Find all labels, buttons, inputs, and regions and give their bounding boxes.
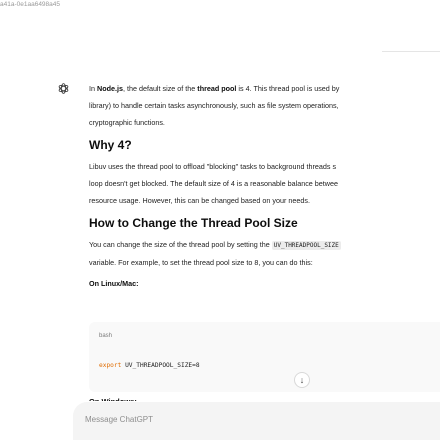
intro-line-3: cryptographic functions. bbox=[89, 118, 165, 127]
code-rest: UV_THREADPOOL_SIZE=8 bbox=[121, 362, 200, 369]
code-block: bash export UV_THREADPOOL_SIZE=8 bbox=[89, 322, 440, 392]
why-line-1: Libuv uses the thread pool to offload "b… bbox=[89, 162, 337, 171]
arrow-down-icon: ↓ bbox=[299, 375, 305, 385]
url-bar[interactable]: a41a-0e1aa6498a45 bbox=[0, 0, 440, 12]
intro-line-1: In Node.js, the default size of the thre… bbox=[89, 84, 340, 93]
change-size-heading: How to Change the Thread Pool Size bbox=[89, 216, 298, 230]
why-line-2: loop doesn't get blocked. The default si… bbox=[89, 179, 338, 188]
message-input[interactable]: Message ChatGPT bbox=[85, 415, 153, 424]
linux-mac-subheading: On Linux/Mac: bbox=[89, 279, 139, 288]
why-4-heading: Why 4? bbox=[89, 138, 132, 152]
code-line[interactable]: export UV_THREADPOOL_SIZE=8 bbox=[99, 362, 200, 369]
env-var-inline-code: UV_THREADPOOL_SIZE bbox=[271, 241, 341, 250]
assistant-message: In Node.js, the default size of the thre… bbox=[89, 82, 440, 292]
scroll-to-bottom-button[interactable]: ↓ bbox=[294, 372, 310, 388]
change-line-1: You can change the size of the thread po… bbox=[89, 240, 341, 250]
divider bbox=[382, 51, 440, 52]
change-line-2: variable. For example, to set the thread… bbox=[89, 258, 313, 267]
intro-line-2: library) to handle certain tasks asynchr… bbox=[89, 101, 339, 110]
nodejs-bold: Node.js bbox=[97, 84, 123, 93]
message-composer[interactable]: Message ChatGPT bbox=[73, 402, 440, 440]
why-line-3: resource usage. However, this can be cha… bbox=[89, 196, 310, 205]
thread-pool-bold: thread pool bbox=[197, 84, 237, 93]
windows-subheading: On Windows: bbox=[89, 396, 137, 401]
url-text: a41a-0e1aa6498a45 bbox=[0, 1, 61, 8]
openai-logo-icon bbox=[57, 82, 70, 95]
code-keyword: export bbox=[99, 362, 122, 369]
code-language-label: bash bbox=[99, 333, 113, 339]
